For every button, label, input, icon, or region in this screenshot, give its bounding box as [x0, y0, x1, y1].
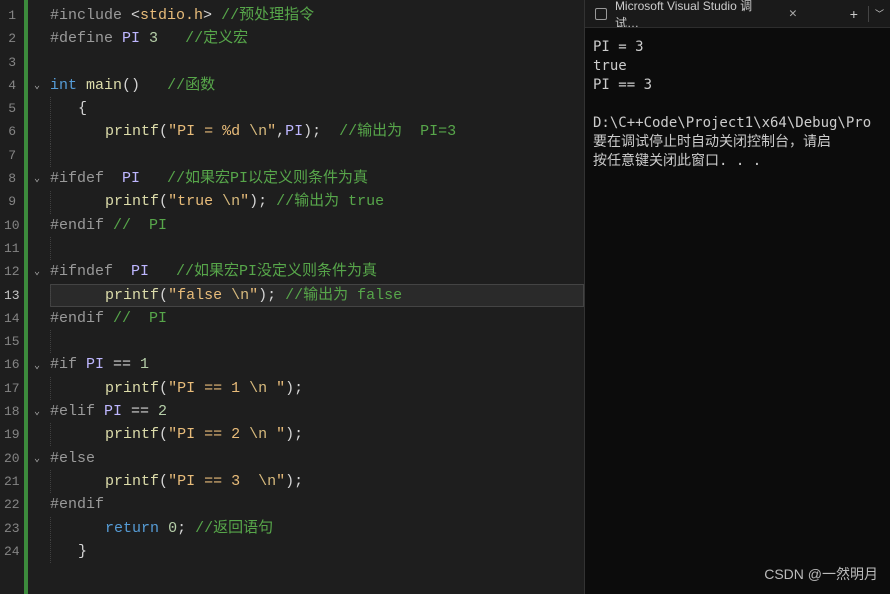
- code-line[interactable]: #define PI 3 //定义宏: [50, 27, 584, 50]
- code-line[interactable]: #if PI == 1: [50, 353, 584, 376]
- fold-toggle[interactable]: ⌄: [30, 172, 44, 186]
- line-number: 21: [4, 470, 16, 493]
- line-number: 19: [4, 423, 16, 446]
- code-line[interactable]: printf("PI == 2 \n ");: [50, 423, 584, 446]
- line-number: 15: [4, 330, 16, 353]
- code-line[interactable]: {: [50, 97, 584, 120]
- line-number: 23: [4, 517, 16, 540]
- tab-dropdown-button[interactable]: ﹀: [869, 7, 890, 20]
- fold-toggle[interactable]: ⌄: [30, 452, 44, 466]
- line-number: 1: [4, 4, 16, 27]
- watermark: CSDN @一然明月: [764, 564, 878, 584]
- fold-toggle[interactable]: ⌄: [30, 265, 44, 279]
- line-number: 4: [4, 74, 16, 97]
- terminal-tab[interactable]: Microsoft Visual Studio 调试…: [585, 0, 785, 27]
- line-number: 14: [4, 307, 16, 330]
- line-number: 13: [4, 284, 16, 307]
- code-line[interactable]: printf("PI == 1 \n ");: [50, 377, 584, 400]
- terminal-output[interactable]: PI = 3 true PI == 3 D:\C++Code\Project1\…: [585, 28, 890, 594]
- code-line[interactable]: #endif // PI: [50, 214, 584, 237]
- new-tab-button[interactable]: +: [840, 6, 868, 22]
- line-number: 3: [4, 51, 16, 74]
- line-number: 17: [4, 377, 16, 400]
- code-line[interactable]: int main() //函数: [50, 74, 584, 97]
- fold-column: ⌄ ⌄ ⌄ ⌄ ⌄ ⌄: [28, 0, 46, 594]
- tab-close-button[interactable]: ✕: [785, 6, 801, 21]
- code-line[interactable]: #ifdef PI //如果宏PI以定义则条件为真: [50, 167, 584, 190]
- line-number: 18: [4, 400, 16, 423]
- code-line[interactable]: #elif PI == 2: [50, 400, 584, 423]
- editor-pane: 123456789101112131415161718192021222324 …: [0, 0, 585, 594]
- line-number-gutter: 123456789101112131415161718192021222324: [0, 0, 28, 594]
- fold-toggle[interactable]: ⌄: [30, 359, 44, 373]
- line-number: 16: [4, 353, 16, 376]
- line-number: 20: [4, 447, 16, 470]
- fold-toggle[interactable]: ⌄: [30, 79, 44, 93]
- code-line[interactable]: #else: [50, 447, 584, 470]
- code-line[interactable]: printf("false \n"); //输出为 false: [50, 284, 584, 307]
- line-number: 8: [4, 167, 16, 190]
- code-line[interactable]: printf("PI = %d \n",PI); //输出为 PI=3: [50, 120, 584, 143]
- line-number: 9: [4, 190, 16, 213]
- line-number: 22: [4, 493, 16, 516]
- line-number: 5: [4, 97, 16, 120]
- terminal-pane: Microsoft Visual Studio 调试… ✕ + ﹀ PI = 3…: [585, 0, 890, 594]
- line-number: 6: [4, 120, 16, 143]
- terminal-tab-title: Microsoft Visual Studio 调试…: [615, 0, 775, 27]
- code-area[interactable]: #include <stdio.h> //预处理指令#define PI 3 /…: [46, 0, 584, 594]
- code-line[interactable]: #ifndef PI //如果宏PI没定义则条件为真: [50, 260, 584, 283]
- root: 123456789101112131415161718192021222324 …: [0, 0, 890, 594]
- code-line[interactable]: #include <stdio.h> //预处理指令: [50, 4, 584, 27]
- line-number: 7: [4, 144, 16, 167]
- line-number: 2: [4, 27, 16, 50]
- code-line[interactable]: #endif // PI: [50, 307, 584, 330]
- code-line[interactable]: [50, 237, 584, 260]
- terminal-tabbar: Microsoft Visual Studio 调试… ✕ + ﹀: [585, 0, 890, 28]
- code-line[interactable]: }: [50, 540, 584, 563]
- code-line[interactable]: [50, 51, 584, 74]
- line-number: 12: [4, 260, 16, 283]
- terminal-icon: [595, 8, 607, 20]
- code-line[interactable]: [50, 330, 584, 353]
- line-number: 11: [4, 237, 16, 260]
- code-line[interactable]: return 0; //返回语句: [50, 517, 584, 540]
- line-number: 10: [4, 214, 16, 237]
- line-number: 24: [4, 540, 16, 563]
- fold-toggle[interactable]: ⌄: [30, 405, 44, 419]
- code-line[interactable]: [50, 144, 584, 167]
- code-line[interactable]: printf("true \n"); //输出为 true: [50, 190, 584, 213]
- code-line[interactable]: printf("PI == 3 \n");: [50, 470, 584, 493]
- code-line[interactable]: #endif: [50, 493, 584, 516]
